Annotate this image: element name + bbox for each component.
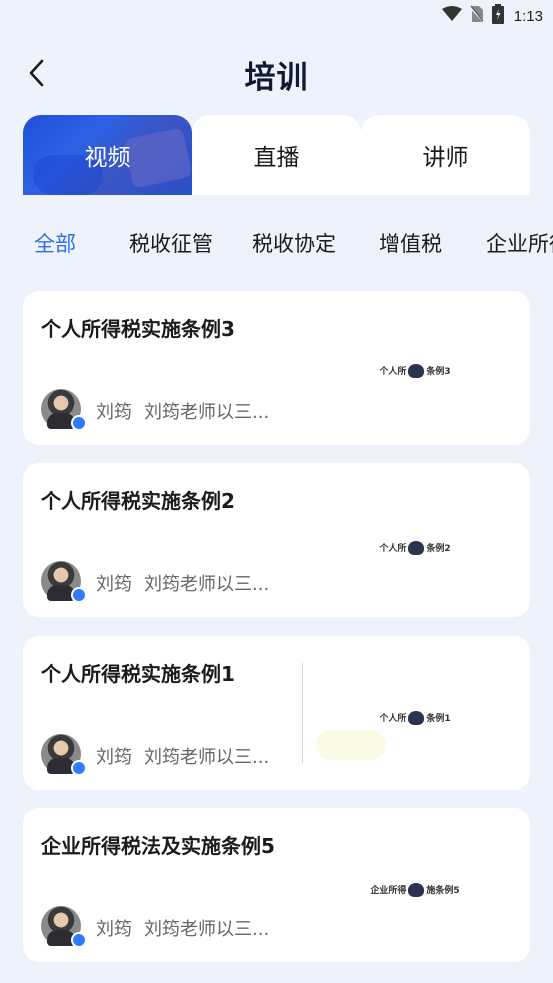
teacher-name: 刘筠 [96,919,132,940]
verified-badge-icon [71,587,87,603]
page-title: 培训 [244,60,309,96]
teacher-description: 刘筠老师以三... [144,574,270,595]
tab-live[interactable]: 直播 [192,115,361,195]
avatar [41,389,87,431]
verified-badge-icon [71,760,87,776]
status-bar: 1:13 [0,0,553,34]
thumbnail-logo-icon [408,364,425,379]
status-time: 1:13 [513,7,543,25]
avatar [41,734,87,776]
tab-label: 讲师 [422,145,469,171]
thumbnail-decoration [316,730,386,760]
thumbnail-logo-icon [408,541,425,556]
tab-lecturer[interactable]: 讲师 [361,115,530,195]
thumbnail-text: 个人所 条例3 [379,364,451,379]
teacher-info: 刘筠 刘筠老师以三... [96,398,269,424]
avatar [41,906,87,948]
course-title: 个人所得税实施条例1 [41,662,235,686]
course-card[interactable]: 个人所得税实施条例1 个人所 条例1 刘筠 刘筠老师以三... [23,636,530,790]
course-card[interactable]: 个人所得税实施条例3 个人所 条例3 刘筠 刘筠老师以三... [23,291,530,445]
category-bar: 全部 税收征管 税收协定 增值税 企业所得税 [0,222,553,262]
teacher-description: 刘筠老师以三... [144,919,270,940]
status-icons: 1:13 [441,4,543,28]
course-card[interactable]: 个人所得税实施条例2 个人所 条例2 刘筠 刘筠老师以三... [23,463,530,617]
verified-badge-icon [71,932,87,948]
teacher-name: 刘筠 [96,747,132,768]
tab-video[interactable]: 视频 [23,115,192,195]
course-title: 个人所得税实施条例3 [41,317,235,341]
avatar [41,561,87,603]
tab-background-decoration [123,127,192,189]
teacher-name: 刘筠 [96,402,132,423]
category-all[interactable]: 全部 [34,228,76,258]
thumbnail-logo-icon [408,711,425,726]
wifi-icon [441,6,462,26]
thumbnail-divider [302,663,303,763]
course-thumbnail: 个人所 条例2 [312,518,518,578]
thumbnail-text: 个人所 条例1 [379,711,451,726]
teacher-info: 刘筠 刘筠老师以三... [96,915,269,941]
tab-label: 视频 [84,145,131,171]
header: 培训 [0,44,553,102]
course-thumbnail: 个人所 条例3 [312,341,518,401]
tab-label: 直播 [253,145,300,171]
teacher-description: 刘筠老师以三... [144,402,270,423]
thumbnail-text: 企业所得 施条例5 [370,883,460,898]
category-tax-treaty[interactable]: 税收协定 [252,228,336,258]
verified-badge-icon [71,415,87,431]
teacher-info: 刘筠 刘筠老师以三... [96,743,269,769]
thumbnail-text: 个人所 条例2 [379,541,451,556]
course-thumbnail: 企业所得 施条例5 [312,860,518,920]
battery-icon [491,4,504,28]
category-corporate-income-tax[interactable]: 企业所得税 [486,228,553,258]
teacher-name: 刘筠 [96,574,132,595]
category-vat[interactable]: 增值税 [379,228,442,258]
tab-bar: 视频 直播 讲师 [23,115,530,195]
teacher-info: 刘筠 刘筠老师以三... [96,570,269,596]
no-sim-icon [469,5,485,27]
category-tax-collection[interactable]: 税收征管 [129,228,213,258]
teacher-description: 刘筠老师以三... [144,747,270,768]
course-thumbnail: 个人所 条例1 [302,663,518,763]
course-title: 企业所得税法及实施条例5 [41,834,275,858]
thumbnail-logo-icon [408,883,425,898]
course-title: 个人所得税实施条例2 [41,489,235,513]
course-card[interactable]: 企业所得税法及实施条例5 企业所得 施条例5 刘筠 刘筠老师以三... [23,808,530,962]
